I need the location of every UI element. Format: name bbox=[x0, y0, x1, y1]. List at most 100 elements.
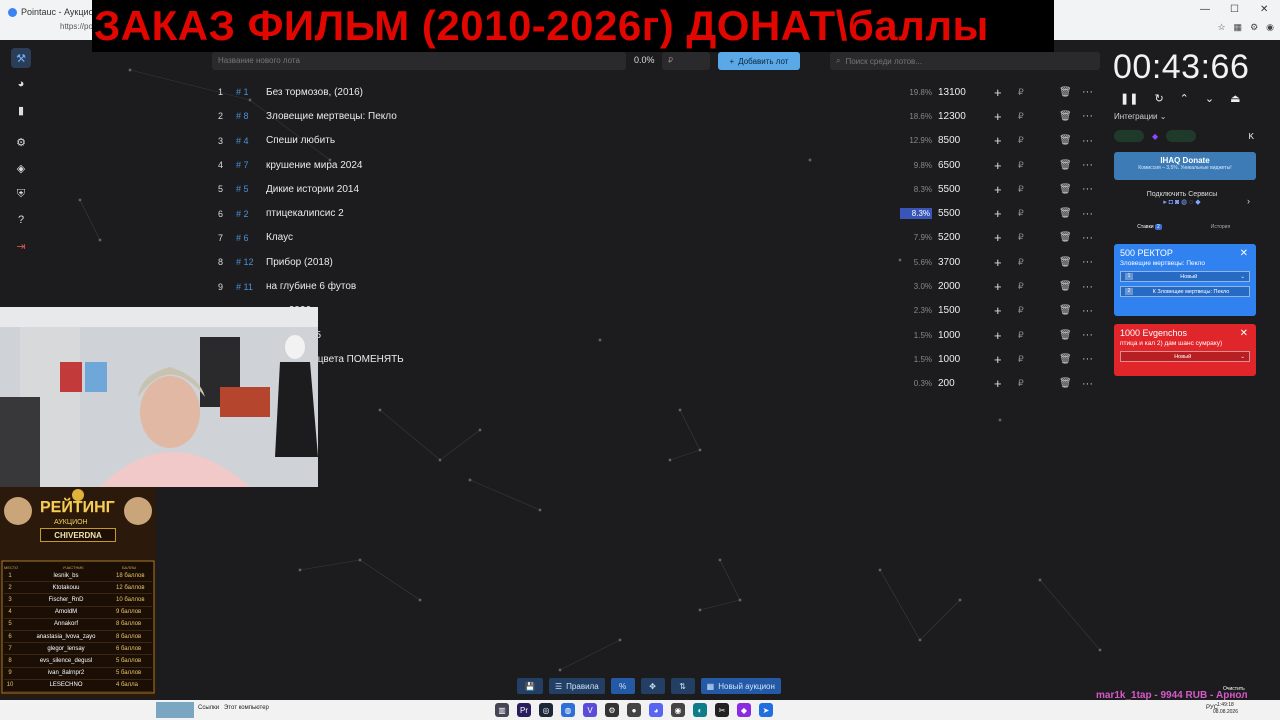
rub-input-icon[interactable]: ₽ bbox=[1018, 208, 1024, 219]
browser-icon[interactable]: ◍ bbox=[561, 703, 575, 717]
this-pc-shortcut[interactable]: Этот компьютер bbox=[224, 705, 269, 711]
lot-name[interactable]: на глубине 6 футов bbox=[266, 281, 356, 292]
delete-icon[interactable]: 🗑 bbox=[1059, 87, 1072, 98]
more-icon[interactable]: ··· bbox=[1082, 353, 1093, 365]
close-button[interactable]: ✕ bbox=[1260, 4, 1268, 15]
add-lot-button[interactable]: + Добавить лот bbox=[718, 52, 800, 70]
lot-row[interactable]: 9 # 11 на глубине 6 футов 3.0% 2000 + ₽ 🗑 ··· bbox=[210, 274, 1100, 298]
rub-input-icon[interactable]: ₽ bbox=[1018, 330, 1024, 341]
links-toolbar[interactable]: Ссылки bbox=[198, 705, 219, 711]
eject-icon[interactable]: ⏏ bbox=[1230, 92, 1240, 105]
lot-row[interactable]: бовиком0.3%200+₽🗑··· bbox=[210, 372, 1100, 396]
new-auction-button[interactable]: ▦ Новый аукцион bbox=[700, 678, 781, 694]
pause-icon[interactable]: ❚❚ bbox=[1120, 92, 1138, 105]
reset-icon[interactable]: ↻ bbox=[1154, 92, 1163, 105]
lot-name[interactable]: птицекалипсис 2 bbox=[266, 208, 344, 219]
rub-input-icon[interactable]: ₽ bbox=[1018, 305, 1024, 316]
lot-row[interactable]: 6 # 2 птицекалипсис 2 8.3% 5500 + ₽ 🗑 ··· bbox=[210, 201, 1100, 225]
delete-icon[interactable]: 🗑 bbox=[1059, 378, 1072, 389]
maximize-button[interactable]: ☐ bbox=[1230, 4, 1239, 15]
percent-button[interactable]: % bbox=[610, 678, 635, 694]
lot-row[interactable]: 8 # 12 Прибор (2018) 5.6% 3700 + ₽ 🗑 ··· bbox=[210, 250, 1100, 274]
lot-name[interactable]: Прибор (2018) bbox=[266, 257, 333, 268]
purple-app-icon[interactable]: ◆ bbox=[737, 703, 751, 717]
add-amount-icon[interactable]: + bbox=[994, 133, 1002, 148]
integrations-dropdown[interactable]: Интеграции ⌄ bbox=[1114, 112, 1166, 121]
add-amount-icon[interactable]: + bbox=[994, 85, 1002, 100]
more-icon[interactable]: ··· bbox=[1082, 159, 1093, 171]
delete-icon[interactable]: 🗑 bbox=[1059, 160, 1072, 171]
lot-row[interactable]: 3 # 4 Спеши любить 12.9% 8500 + ₽ 🗑 ··· bbox=[210, 129, 1100, 153]
gear-icon[interactable]: ⚙ bbox=[1250, 22, 1258, 33]
close-icon[interactable]: ✕ bbox=[1240, 328, 1248, 339]
donation-toggle[interactable] bbox=[1114, 130, 1144, 142]
add-amount-icon[interactable]: + bbox=[994, 206, 1002, 221]
lot-name[interactable]: Зловещие мертвецы: Пекло bbox=[266, 111, 397, 122]
more-icon[interactable]: ··· bbox=[1082, 232, 1093, 244]
tab-history[interactable]: История bbox=[1185, 224, 1256, 236]
decrease-time-icon[interactable]: ⌄ bbox=[1205, 92, 1214, 105]
vpn-icon[interactable]: V bbox=[583, 703, 597, 717]
more-icon[interactable]: ··· bbox=[1082, 86, 1093, 98]
lot-row[interactable]: 7 # 6 Клаус 7.9% 5200 + ₽ 🗑 ··· bbox=[210, 226, 1100, 250]
more-icon[interactable]: ··· bbox=[1082, 256, 1093, 268]
settings-icon[interactable]: ⚙ bbox=[11, 132, 31, 152]
logout-icon[interactable]: ⇥ bbox=[11, 236, 31, 256]
add-amount-icon[interactable]: + bbox=[994, 109, 1002, 124]
wheel-icon[interactable]: ◕ bbox=[11, 74, 31, 94]
add-amount-icon[interactable]: + bbox=[994, 303, 1002, 318]
delete-icon[interactable]: 🗑 bbox=[1059, 330, 1072, 341]
lot-row[interactable]: 5 # 5 Дикие истории 2014 8.3% 5500 + ₽ 🗑 ··· bbox=[210, 177, 1100, 201]
add-amount-icon[interactable]: + bbox=[994, 182, 1002, 197]
delete-icon[interactable]: 🗑 bbox=[1059, 232, 1072, 243]
bid-option-existing[interactable]: 2 К Зловещие мертвецы: Пекло bbox=[1120, 286, 1250, 297]
shield-icon[interactable]: ⛨ bbox=[11, 184, 31, 204]
search-lots-input[interactable]: ⌕ Поиск среди лотов... bbox=[830, 52, 1100, 70]
more-icon[interactable]: ··· bbox=[1082, 110, 1093, 122]
rub-input-icon[interactable]: ₽ bbox=[1018, 160, 1024, 171]
rub-input-icon[interactable]: ₽ bbox=[1018, 87, 1024, 98]
delete-icon[interactable]: 🗑 bbox=[1059, 257, 1072, 268]
lot-name[interactable]: Клаус bbox=[266, 232, 293, 243]
add-amount-icon[interactable]: + bbox=[994, 279, 1002, 294]
rub-input-icon[interactable]: ₽ bbox=[1018, 257, 1024, 268]
more-icon[interactable]: ··· bbox=[1082, 329, 1093, 341]
delete-icon[interactable]: 🗑 bbox=[1059, 208, 1072, 219]
new-lot-name-input[interactable]: Название нового лота bbox=[212, 52, 626, 70]
rub-input-icon[interactable]: ₽ bbox=[1018, 111, 1024, 122]
delete-icon[interactable]: 🗑 bbox=[1059, 111, 1072, 122]
rub-input-icon[interactable]: ₽ bbox=[1018, 232, 1024, 243]
lot-name[interactable]: крушение мира 2024 bbox=[266, 160, 362, 171]
lot-name[interactable]: Спеши любить bbox=[266, 135, 335, 146]
add-amount-icon[interactable]: + bbox=[994, 158, 1002, 173]
kick-icon[interactable]: K bbox=[1249, 132, 1254, 141]
points-toggle[interactable] bbox=[1166, 130, 1197, 142]
delete-icon[interactable]: 🗑 bbox=[1059, 184, 1072, 195]
lot-row[interactable]: ньги 20262.3%1500+₽🗑··· bbox=[210, 299, 1100, 323]
rub-input-icon[interactable]: ₽ bbox=[1018, 135, 1024, 146]
obs-icon[interactable]: ● bbox=[627, 703, 641, 717]
bid-option-new[interactable]: 1 Новый ⌄ bbox=[1120, 271, 1250, 282]
capcut-icon[interactable]: ✂ bbox=[715, 703, 729, 717]
edge-icon[interactable]: ◐ bbox=[693, 703, 707, 717]
move-button[interactable]: ✥ bbox=[640, 678, 665, 694]
extension-icon[interactable]: ▦ bbox=[1234, 22, 1243, 33]
stats-icon[interactable]: ▮ bbox=[11, 100, 31, 120]
delete-icon[interactable]: 🗑 bbox=[1059, 281, 1072, 292]
more-icon[interactable]: ··· bbox=[1082, 305, 1093, 317]
rules-button[interactable]: ☰ Правила bbox=[549, 678, 605, 694]
premiere-icon[interactable]: Pr bbox=[517, 703, 531, 717]
more-icon[interactable]: ··· bbox=[1082, 378, 1093, 390]
system-clock[interactable]: 1:49:18 08.08.2026 bbox=[1213, 702, 1238, 716]
settings-icon[interactable]: ⚙ bbox=[605, 703, 619, 717]
rub-input-icon[interactable]: ₽ bbox=[1018, 354, 1024, 365]
layers-icon[interactable]: ◈ bbox=[11, 158, 31, 178]
more-icon[interactable]: ··· bbox=[1082, 208, 1093, 220]
rub-input-icon[interactable]: ₽ bbox=[1018, 184, 1024, 195]
star-icon[interactable]: ☆ bbox=[1217, 22, 1225, 33]
add-amount-icon[interactable]: + bbox=[994, 255, 1002, 270]
add-amount-icon[interactable]: + bbox=[994, 352, 1002, 367]
save-button[interactable]: 💾 bbox=[517, 678, 543, 694]
browser-tab[interactable]: Pointauc - Аукцион bbox=[8, 4, 103, 20]
delete-icon[interactable]: 🗑 bbox=[1059, 305, 1072, 316]
